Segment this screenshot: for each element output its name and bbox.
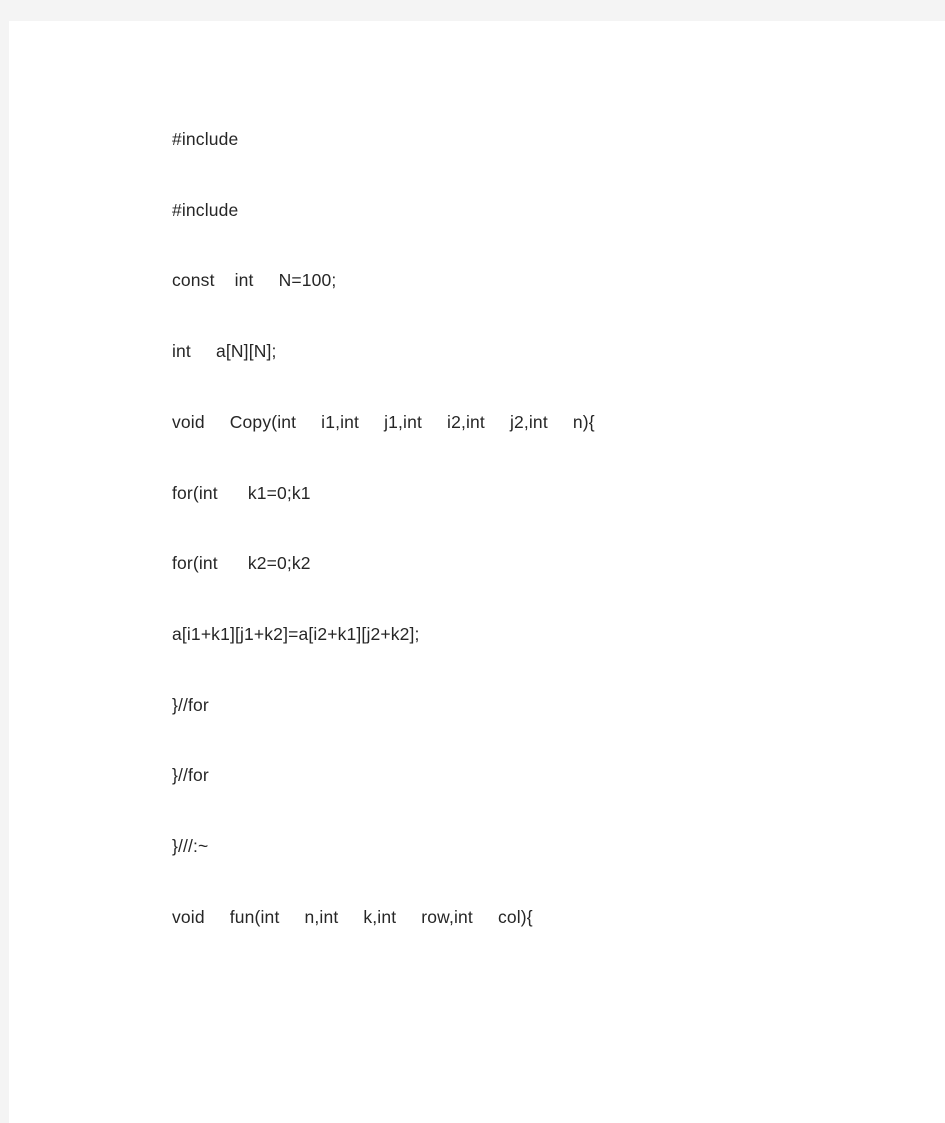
document-text-body: #include #include const int N=100; int a… [163, 104, 905, 952]
code-line: }///:~ [172, 836, 209, 857]
code-line: #include [172, 129, 239, 149]
code-line: int a[N][N]; [172, 341, 277, 362]
code-line: const int N=100; [172, 270, 337, 291]
code-line: void fun(int n,int k,int row,int col){ [172, 906, 533, 927]
code-line: a[i1+k1][j1+k2]=a[i2+k1][j2+k2]; [172, 623, 420, 644]
code-line: #include [172, 199, 239, 220]
document-page: #include #include const int N=100; int a… [9, 21, 945, 1123]
code-line: void Copy(int i1,int j1,int i2,int j2,in… [172, 411, 595, 432]
code-line: }//for [172, 694, 209, 715]
code-line: }//for [172, 765, 209, 786]
code-line: for(int k2=0;k2 [172, 553, 311, 574]
code-line: for(int k1=0;k1 [172, 482, 311, 503]
document-viewer: #include #include const int N=100; int a… [0, 0, 945, 1123]
